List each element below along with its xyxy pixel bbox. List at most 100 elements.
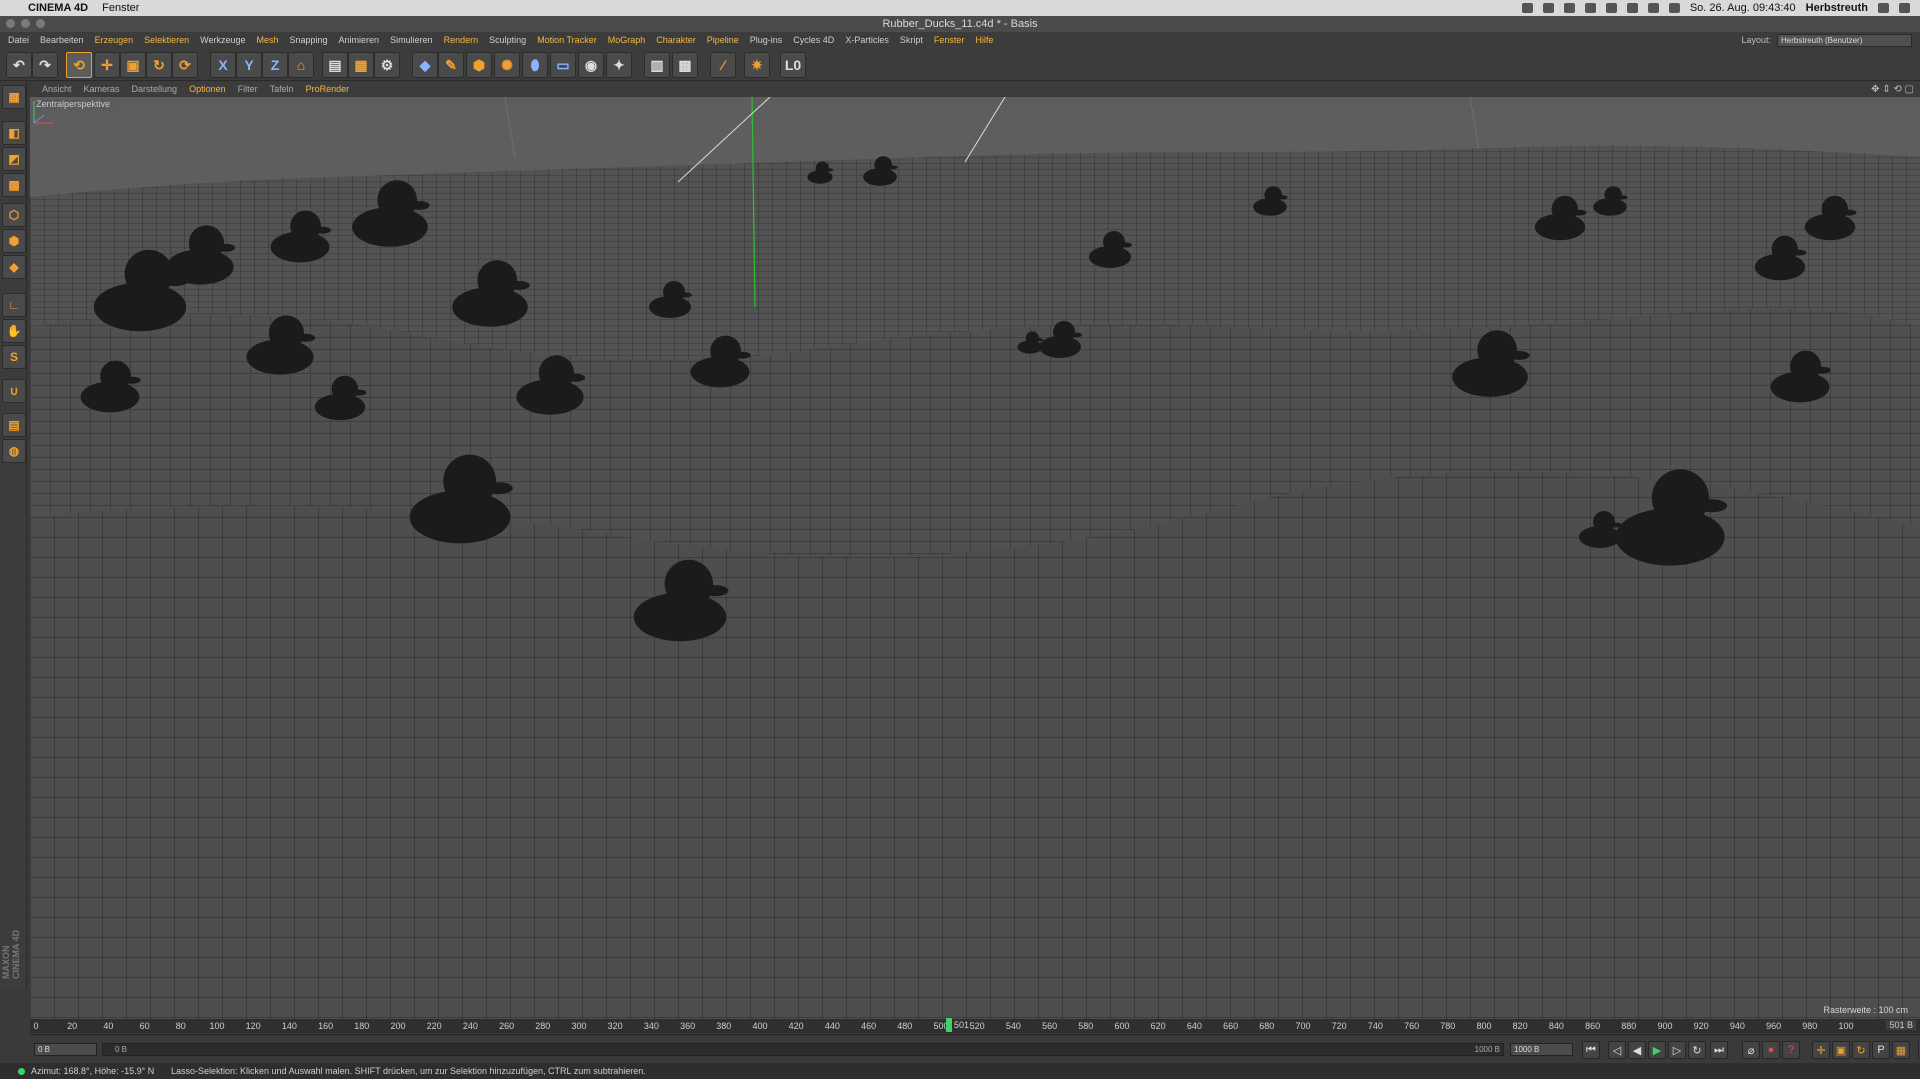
menu-werkzeuge[interactable]: Werkzeuge xyxy=(200,35,245,45)
next-key-icon[interactable]: ↻ xyxy=(1688,1041,1706,1059)
planar-workplane-icon[interactable]: ◍ xyxy=(2,439,26,463)
layer-browser-button[interactable]: L0 xyxy=(780,52,806,78)
shield-icon[interactable] xyxy=(1563,3,1575,13)
snap-icon[interactable]: S xyxy=(2,345,26,369)
rotate-icon[interactable]: ↻ xyxy=(146,52,172,78)
goto-end-icon[interactable]: ⏭ xyxy=(1710,1041,1728,1059)
clapper-icon[interactable]: ▩ xyxy=(672,52,698,78)
viewport[interactable]: Zentralperspektive Rasterweite : 100 cm xyxy=(30,97,1920,1019)
timeline-ruler[interactable]: 0 20 40 60 80 100 120 140 160 180 200 220 240 260 280 3… xyxy=(30,1019,1920,1033)
menu-sculpting[interactable]: Sculpting xyxy=(489,35,526,45)
x-axis-button[interactable]: X xyxy=(210,52,236,78)
record-icon[interactable]: ● xyxy=(1762,1041,1780,1059)
render-settings-icon[interactable]: ⚙ xyxy=(374,52,400,78)
clock[interactable]: So. 26. Aug. 09:43:40 xyxy=(1690,2,1796,14)
points-mode-icon[interactable]: ⬡ xyxy=(2,203,26,227)
menu-motion-tracker[interactable]: Motion Tracker xyxy=(537,35,597,45)
light-icon[interactable]: ✦ xyxy=(606,52,632,78)
mac-menu-fenster[interactable]: Fenster xyxy=(102,2,139,14)
end-frame-field[interactable]: 1000 B xyxy=(1510,1043,1573,1056)
autokey-icon[interactable]: ? xyxy=(1782,1041,1800,1059)
scale-key-icon[interactable]: ▣ xyxy=(1832,1041,1850,1059)
menu-charakter[interactable]: Charakter xyxy=(656,35,696,45)
scale-icon[interactable]: ▣ xyxy=(120,52,146,78)
viewport-menu-tafeln[interactable]: Tafeln xyxy=(270,84,294,94)
pla-key-icon[interactable]: ▦ xyxy=(1892,1041,1910,1059)
menu-mograph[interactable]: MoGraph xyxy=(608,35,646,45)
airplay-icon[interactable] xyxy=(1605,3,1617,13)
floor-icon[interactable]: ▭ xyxy=(550,52,576,78)
minimize-window-icon[interactable] xyxy=(21,19,30,28)
redo-icon[interactable]: ↷ xyxy=(32,52,58,78)
camera-icon[interactable]: ◉ xyxy=(578,52,604,78)
undo-icon[interactable]: ↶ xyxy=(6,52,32,78)
magnet-icon[interactable]: ∪ xyxy=(2,379,26,403)
zoom-window-icon[interactable] xyxy=(36,19,45,28)
menu-x-particles[interactable]: X-Particles xyxy=(845,35,889,45)
viewport-menu-kameras[interactable]: Kameras xyxy=(84,84,120,94)
notification-center-icon[interactable] xyxy=(1899,3,1910,13)
make-editable-icon[interactable]: ▦ xyxy=(2,85,26,109)
menu-skript[interactable]: Skript xyxy=(900,35,923,45)
y-axis-button[interactable]: Y xyxy=(236,52,262,78)
render-view-icon[interactable]: ▤ xyxy=(322,52,348,78)
user-name[interactable]: Herbstreuth xyxy=(1806,2,1868,14)
menu-selektieren[interactable]: Selektieren xyxy=(144,35,189,45)
render-picture-viewer-icon[interactable]: ▦ xyxy=(348,52,374,78)
pen-icon[interactable]: ✎ xyxy=(438,52,464,78)
menu-fenster[interactable]: Fenster xyxy=(934,35,965,45)
ocean-mesh[interactable] xyxy=(30,145,1920,1019)
z-axis-button[interactable]: Z xyxy=(262,52,288,78)
step-forward-icon[interactable]: ▷ xyxy=(1668,1041,1686,1059)
volume-icon[interactable] xyxy=(1668,3,1680,13)
tweak-mode-icon[interactable]: ✋ xyxy=(2,319,26,343)
menu-mesh[interactable]: Mesh xyxy=(256,35,278,45)
position-key-icon[interactable]: ✛ xyxy=(1812,1041,1830,1059)
layout-dropdown[interactable]: Herbstreuth (Benutzer) xyxy=(1777,33,1912,47)
menu-pipeline[interactable]: Pipeline xyxy=(707,35,739,45)
menu-cycles-4d[interactable]: Cycles 4D xyxy=(793,35,834,45)
preview-range-slider[interactable]: 0 B 1000 B xyxy=(102,1043,1504,1056)
battery-icon[interactable] xyxy=(1584,3,1596,13)
model-mode-icon[interactable]: ◧ xyxy=(2,121,26,145)
workplane-icon[interactable]: ▩ xyxy=(2,173,26,197)
axis-mode-icon[interactable]: ∟ xyxy=(2,293,26,317)
deformer-icon[interactable]: ⬮ xyxy=(522,52,548,78)
dropbox-icon[interactable] xyxy=(1521,3,1533,13)
step-back-icon[interactable]: ◀ xyxy=(1628,1041,1646,1059)
recent-tools-icon[interactable]: ⟳ xyxy=(172,52,198,78)
playhead[interactable] xyxy=(946,1018,952,1032)
coordinate-system-icon[interactable]: ⌂ xyxy=(288,52,314,78)
sculpt-brush-icon[interactable]: ⁄ xyxy=(710,52,736,78)
viewport-menu-ansicht[interactable]: Ansicht xyxy=(42,84,72,94)
wireframe-scene[interactable] xyxy=(30,97,1920,1019)
lock-workplane-icon[interactable]: ▤ xyxy=(2,413,26,437)
spotlight-icon[interactable] xyxy=(1878,3,1889,13)
goto-start-icon[interactable]: ⏮ xyxy=(1582,1041,1600,1059)
parameter-key-icon[interactable]: P xyxy=(1872,1041,1890,1059)
menu-erzeugen[interactable]: Erzeugen xyxy=(95,35,134,45)
menu-snapping[interactable]: Snapping xyxy=(290,35,328,45)
menu-plug-ins[interactable]: Plug-ins xyxy=(750,35,783,45)
prev-key-icon[interactable]: ◁ xyxy=(1608,1041,1626,1059)
menu-rendern[interactable]: Rendern xyxy=(444,35,479,45)
viewport-menu-filter[interactable]: Filter xyxy=(238,84,258,94)
current-frame-field[interactable]: 501 B xyxy=(1886,1020,1916,1030)
menu-animieren[interactable]: Animieren xyxy=(339,35,380,45)
cube-icon[interactable]: ◆ xyxy=(412,52,438,78)
timemachine-icon[interactable] xyxy=(1626,3,1638,13)
viewport-navigation-icons[interactable]: ✥ ⇕ ⟲ ▢ xyxy=(1871,84,1920,95)
polygons-mode-icon[interactable]: ◆ xyxy=(2,255,26,279)
play-icon[interactable]: ▶ xyxy=(1648,1041,1666,1059)
edges-mode-icon[interactable]: ⬢ xyxy=(2,229,26,253)
menu-hilfe[interactable]: Hilfe xyxy=(975,35,993,45)
live-selection-icon[interactable]: ⟲ xyxy=(66,52,92,78)
close-window-icon[interactable] xyxy=(6,19,15,28)
menu-datei[interactable]: Datei xyxy=(8,35,29,45)
viewport-menu-prorender[interactable]: ProRender xyxy=(306,84,350,94)
menu-bearbeiten[interactable]: Bearbeiten xyxy=(40,35,84,45)
menu-simulieren[interactable]: Simulieren xyxy=(390,35,433,45)
start-frame-field[interactable]: 0 B xyxy=(34,1043,97,1056)
subdivision-icon[interactable]: ⬢ xyxy=(466,52,492,78)
viewport-menu-darstellung[interactable]: Darstellung xyxy=(132,84,178,94)
